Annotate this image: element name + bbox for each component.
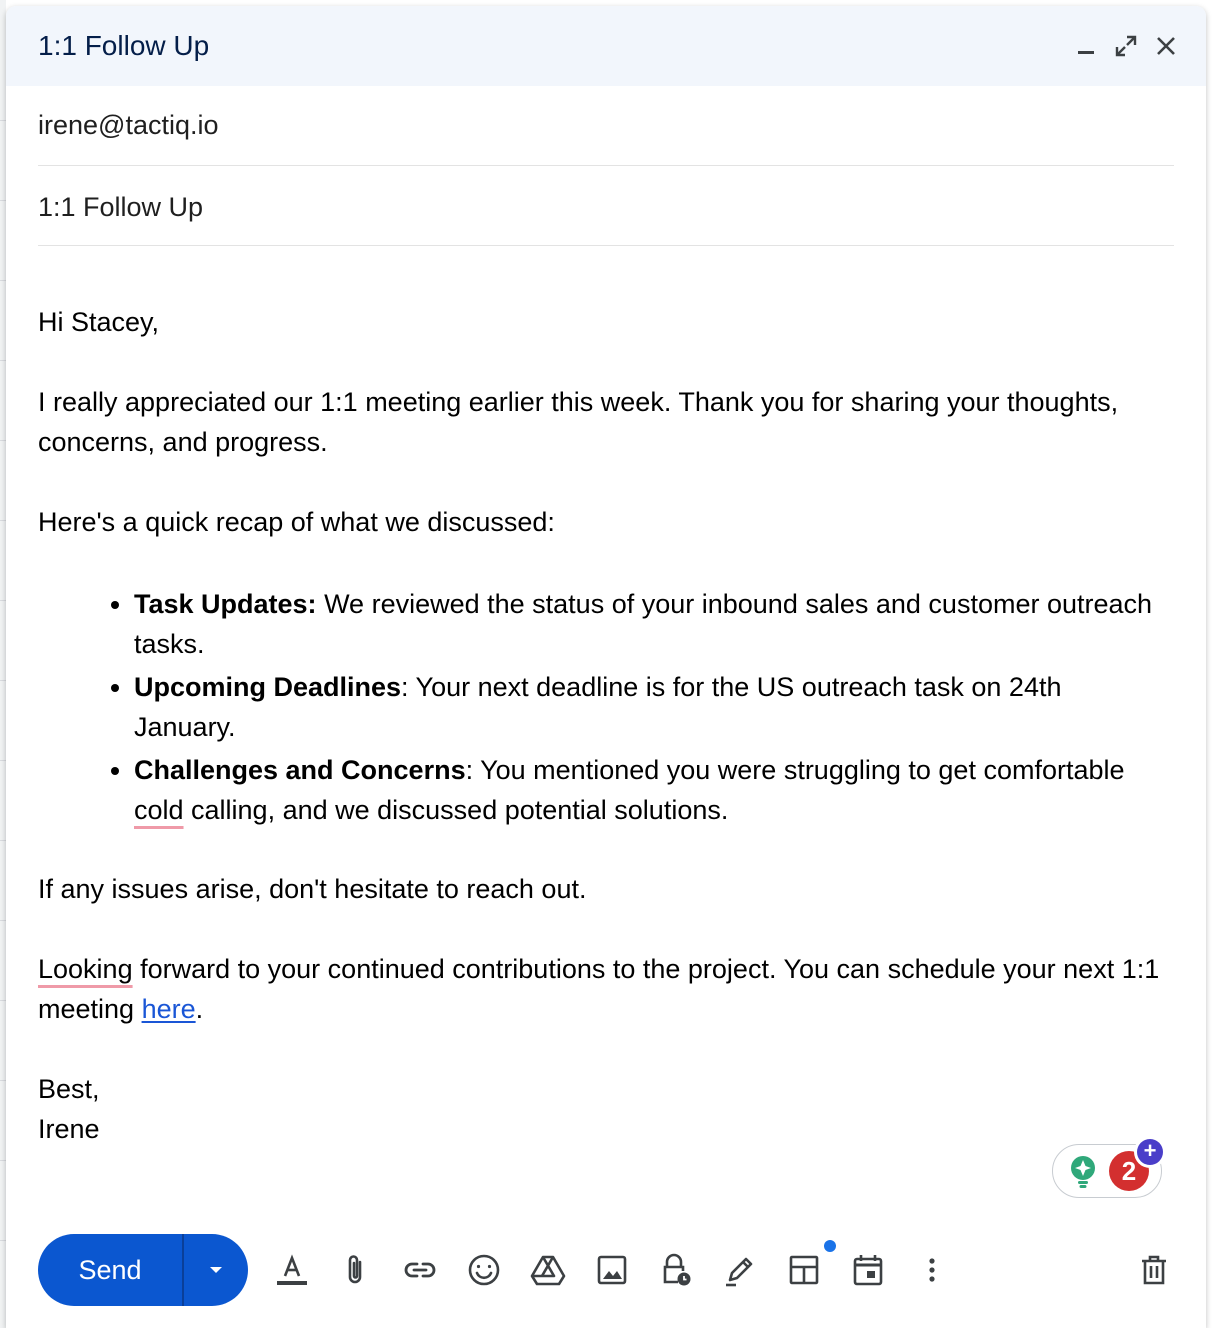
message-body[interactable]: Hi Stacey, I really appreciated our 1:1 … — [38, 302, 1168, 1149]
minimize-icon[interactable] — [1068, 28, 1104, 64]
formatting-icon[interactable] — [268, 1246, 316, 1294]
intro-paragraph: I really appreciated our 1:1 meeting ear… — [38, 387, 1119, 457]
spellcheck-flagged-word[interactable]: Looking — [38, 954, 133, 984]
greeting: Hi Stacey, — [38, 307, 160, 337]
recipient-email: irene@tactiq.io — [38, 110, 219, 140]
close-icon[interactable] — [1148, 28, 1184, 64]
schedule-calendar-icon[interactable] — [844, 1246, 892, 1294]
attach-icon[interactable] — [332, 1246, 380, 1294]
bullet-label: Task Updates: — [134, 589, 317, 619]
drive-icon[interactable] — [524, 1246, 572, 1294]
bullet-text: : You mentioned you were struggling to g… — [465, 755, 1125, 785]
bullet-text: calling, and we discussed potential solu… — [183, 795, 729, 825]
compose-title: 1:1 Follow Up — [38, 30, 210, 61]
plus-badge-icon[interactable]: + — [1137, 1139, 1163, 1165]
recap-list: Task Updates: We reviewed the status of … — [38, 584, 1168, 830]
send-button[interactable]: Send — [38, 1234, 182, 1306]
bullet-label: Upcoming Deadlines — [134, 672, 402, 702]
lightbulb-icon[interactable] — [1065, 1153, 1101, 1189]
more-options-icon[interactable] — [908, 1246, 956, 1294]
trash-icon[interactable] — [1130, 1246, 1178, 1294]
subject-field[interactable]: 1:1 Follow Up — [38, 166, 1174, 246]
signature: Irene — [38, 1114, 100, 1144]
issues-paragraph: If any issues arise, don't hesitate to r… — [38, 874, 587, 904]
layout-icon[interactable] — [780, 1246, 828, 1294]
recipients-field[interactable]: irene@tactiq.io — [38, 86, 1174, 166]
signature-pen-icon[interactable] — [716, 1246, 764, 1294]
send-options-button[interactable] — [184, 1234, 248, 1306]
grammar-addon-widget[interactable]: 2 + — [1052, 1139, 1163, 1198]
closing-period: . — [195, 994, 204, 1024]
list-item: Challenges and Concerns: You mentioned y… — [134, 750, 1168, 830]
list-item: Upcoming Deadlines: Your next deadline i… — [134, 667, 1168, 747]
list-item: Task Updates: We reviewed the status of … — [134, 584, 1168, 664]
compose-titlebar[interactable]: 1:1 Follow Up — [6, 6, 1206, 86]
bullet-label: Challenges and Concerns — [134, 755, 466, 785]
link-icon[interactable] — [396, 1246, 444, 1294]
subject-input[interactable]: 1:1 Follow Up — [38, 192, 203, 223]
emoji-icon[interactable] — [460, 1246, 508, 1294]
send-button-group: Send — [38, 1234, 248, 1306]
compose-window: 1:1 Follow Up irene@tactiq.io 1:1 Follow… — [6, 6, 1206, 1328]
schedule-link[interactable]: here — [142, 994, 196, 1024]
closing-text: forward to your continued contributions … — [38, 954, 1160, 1024]
closing-paragraph: Looking forward to your continued contri… — [38, 949, 1168, 1029]
signoff: Best, — [38, 1074, 100, 1104]
caret-down-icon — [210, 1267, 222, 1273]
fullscreen-icon[interactable] — [1108, 28, 1144, 64]
recap-lead: Here's a quick recap of what we discusse… — [38, 507, 555, 537]
image-icon[interactable] — [588, 1246, 636, 1294]
confidential-mode-icon[interactable] — [652, 1246, 700, 1294]
new-feature-dot — [824, 1240, 836, 1252]
spellcheck-flagged-word[interactable]: cold — [134, 795, 184, 825]
